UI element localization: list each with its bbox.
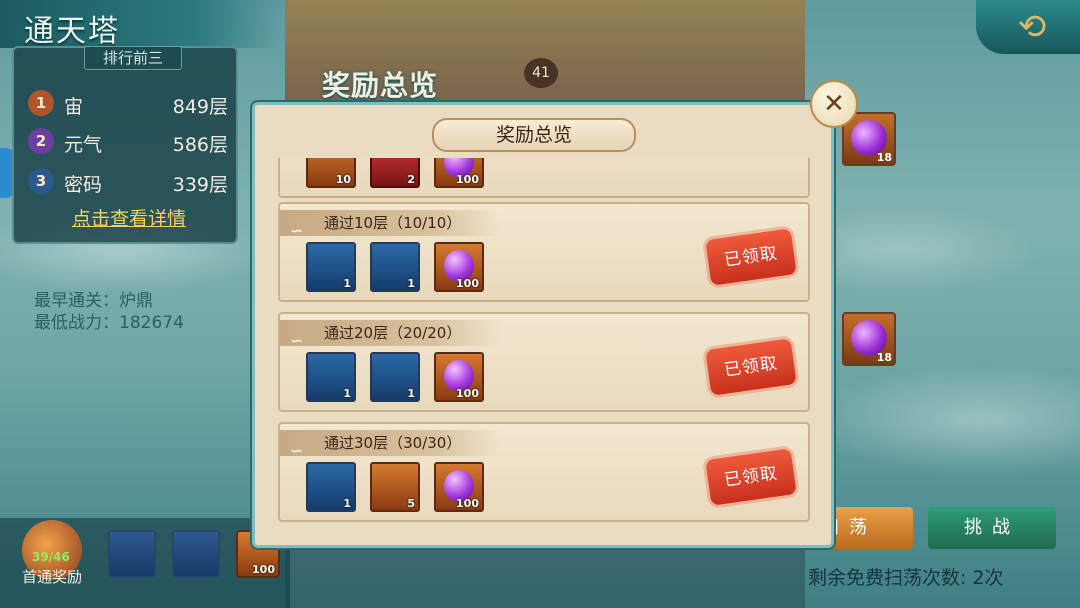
ranking-row-3: 3 密码 339层 [28, 168, 228, 198]
demon-icon: 2 [370, 158, 420, 188]
back-button[interactable]: ⟲ [976, 0, 1080, 54]
reward-card-title-text: 通过30层（30/30） [324, 434, 462, 452]
rank-floor: 849层 [172, 96, 228, 118]
rank-name: 密码 [64, 174, 103, 196]
lowest-power-text: 最低战力：182674 [34, 313, 184, 333]
orb-icon: 100 [434, 158, 484, 188]
item-quantity: 1 [343, 497, 351, 510]
title-bar: 通天塔 [0, 0, 280, 49]
item-quantity: 1 [343, 387, 351, 400]
orb-item[interactable]: 100 [434, 462, 484, 512]
rank-badge-3: 3 [28, 168, 54, 194]
side-reward-item[interactable]: 18 [842, 312, 896, 366]
bag-icon[interactable]: 1 [306, 242, 356, 292]
reward-card-title: ∽ 通过20层（20/20） [280, 320, 502, 350]
item-quantity: 2 [407, 173, 415, 186]
reward-card: ∽ 通过10层（10/10） 1 1 100 已领取 [278, 202, 810, 302]
modal-ribbon-title: 奖励总览 [432, 118, 636, 152]
cloud-swirl-icon: ∽ [290, 221, 304, 240]
reward-card-title: ∽ 通过30层（30/30） [280, 430, 502, 460]
reward-card-partial: 10 2 100 [278, 158, 810, 198]
modal-header-title: 奖励总览 [322, 69, 439, 102]
boots-icon[interactable]: 1 [370, 352, 420, 402]
close-button[interactable]: ✕ [810, 80, 858, 128]
claimed-stamp: 已领取 [705, 338, 797, 396]
view-details-link[interactable]: 点击查看详情 [72, 204, 186, 231]
first-clear-label: 首通奖励 [22, 568, 83, 586]
bottom-item-armor[interactable] [172, 530, 220, 578]
item-quantity: 10 [335, 173, 351, 186]
close-icon: ✕ [823, 89, 845, 119]
free-sweep-count: 剩余免费扫荡次数: 2次 [808, 567, 1004, 589]
cloud-swirl-icon: ∽ [290, 331, 304, 350]
item-quantity: 100 [456, 497, 479, 510]
cloud-swirl-icon: ∽ [290, 441, 304, 460]
ranking-row-1: 1 宙 849层 [28, 90, 228, 120]
ranking-row-2: 2 元气 586层 [28, 128, 228, 158]
claimed-stamp: 已领取 [705, 448, 797, 506]
orb-item[interactable]: 100 [434, 352, 484, 402]
ranking-header: 排行前三 [84, 46, 182, 70]
item-quantity: 100 [456, 387, 479, 400]
fish-back-icon: ⟲ [1017, 7, 1047, 47]
first-clear-count: 39/46 [32, 550, 70, 564]
bottom-item-bag[interactable] [108, 530, 156, 578]
orb-item[interactable]: 100 [434, 242, 484, 292]
item-quantity: 100 [456, 173, 479, 186]
claimed-stamp: 已领取 [705, 228, 797, 286]
rank-floor: 586层 [172, 134, 228, 156]
shield-icon[interactable]: 1 [306, 462, 356, 512]
reward-card-title-text: 通过20层（20/20） [324, 324, 462, 342]
challenge-button[interactable]: 挑战 [928, 507, 1056, 549]
rank-floor: 339层 [172, 174, 228, 196]
reward-card-title-text: 通过10层（10/10） [324, 214, 462, 232]
reward-list[interactable]: 10 2 100 ∽ 通过10层（10/10） 1 1 100 已领取 ∽ 通过… [268, 158, 812, 524]
armor-icon[interactable]: 1 [370, 242, 420, 292]
rank-badge-1: 1 [28, 90, 54, 116]
sword-icon[interactable]: 1 [306, 352, 356, 402]
reward-card: ∽ 通过20层（20/20） 1 1 100 已领取 [278, 312, 810, 412]
item-quantity: 1 [407, 277, 415, 290]
scroll-icon: 10 [306, 158, 356, 188]
item-quantity: 100 [252, 563, 275, 576]
item-quantity: 18 [876, 351, 892, 364]
item-quantity: 5 [407, 497, 415, 510]
item-quantity: 1 [407, 387, 415, 400]
rank-name: 元气 [64, 134, 103, 156]
rank-badge-2: 2 [28, 128, 54, 154]
item-quantity: 1 [343, 277, 351, 290]
tower-floor-badge: 41 [524, 58, 558, 88]
reward-card: ∽ 通过30层（30/30） 1 5 100 已领取 [278, 422, 810, 522]
page-title: 通天塔 [24, 14, 120, 49]
scroll-icon[interactable]: 5 [370, 462, 420, 512]
rank-name: 宙 [64, 96, 84, 118]
item-quantity: 100 [456, 277, 479, 290]
reward-card-title: ∽ 通过10层（10/10） [280, 210, 502, 240]
ranking-panel: 排行前三 1 宙 849层 2 元气 586层 3 密码 339层 点击查看详情 [12, 46, 238, 244]
item-quantity: 18 [876, 151, 892, 164]
